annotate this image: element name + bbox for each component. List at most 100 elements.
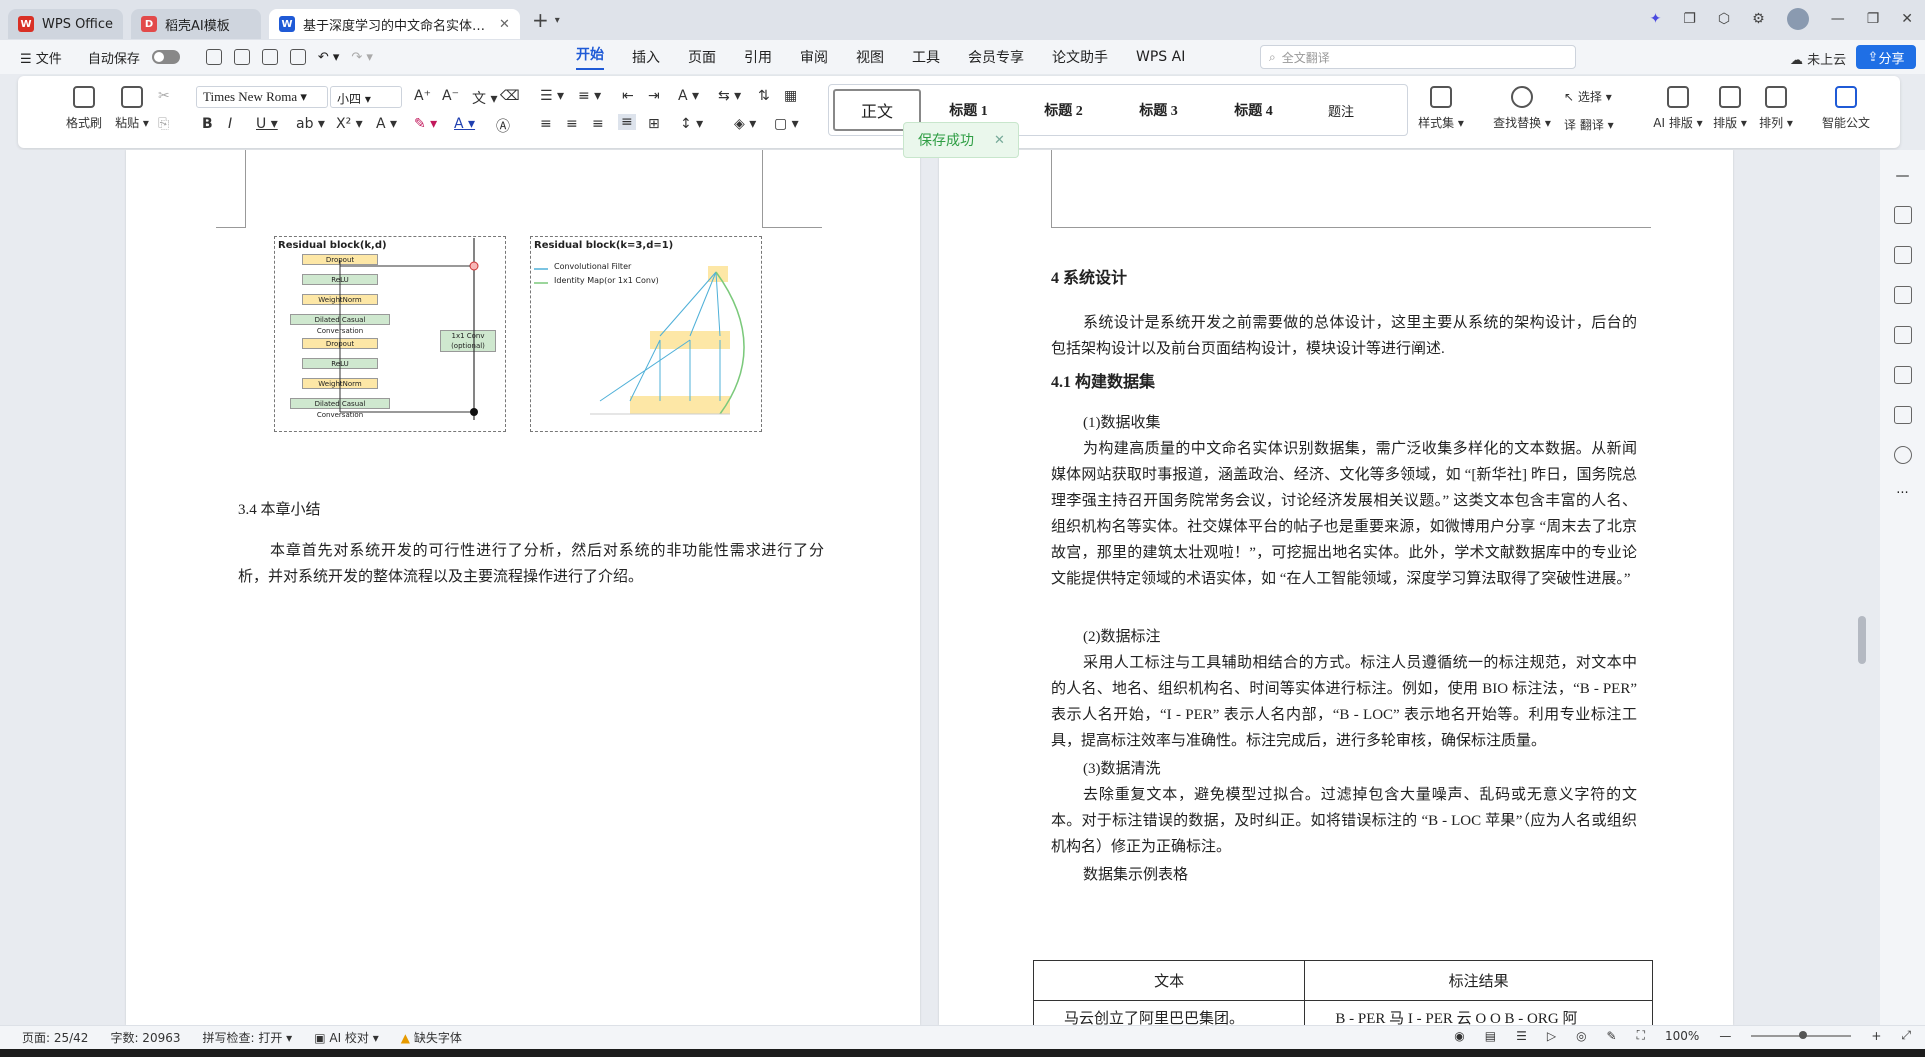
scrollbar-thumb[interactable] bbox=[1858, 616, 1866, 664]
fullscreen-icon[interactable]: ⤢ bbox=[1901, 1028, 1911, 1043]
line-spacing-icon[interactable]: ↕ ▾ bbox=[680, 116, 703, 132]
save-icon[interactable] bbox=[205, 49, 222, 65]
file-menu[interactable]: ☰ 文件 bbox=[20, 48, 62, 67]
zoom-in-icon[interactable]: + bbox=[1871, 1029, 1881, 1043]
eye-icon[interactable]: ◉ bbox=[1454, 1029, 1464, 1043]
bold-icon[interactable]: B bbox=[202, 116, 213, 132]
tab-document[interactable]: W 基于深度学习的中文命名实体… ✕ bbox=[269, 9, 520, 39]
style-set-button[interactable]: 样式集 ▾ bbox=[1416, 86, 1466, 131]
menu-insert[interactable]: 插入 bbox=[632, 47, 660, 67]
style-heading-3[interactable]: 标题 3 bbox=[1111, 89, 1206, 131]
style-heading-4[interactable]: 标题 4 bbox=[1206, 89, 1301, 131]
redo-icon[interactable]: ↷ ▾ bbox=[351, 50, 373, 65]
cut-icon[interactable]: ✂ bbox=[158, 88, 170, 104]
avatar[interactable] bbox=[1786, 8, 1809, 30]
star-icon[interactable] bbox=[1893, 326, 1912, 344]
table-cell[interactable]: 马云创立了阿里巴巴集团。 bbox=[1032, 1000, 1306, 1025]
menu-view[interactable]: 视图 bbox=[856, 47, 884, 67]
font-family-select[interactable]: Times New Roma ▾ bbox=[196, 86, 328, 108]
sort-icon[interactable]: ⇅ bbox=[758, 88, 770, 104]
paste-button[interactable]: 粘贴 ▾ bbox=[110, 86, 154, 131]
tab-docer-templates[interactable]: D 稻壳AI模板 bbox=[131, 9, 262, 39]
close-window-icon[interactable]: ✕ bbox=[1901, 11, 1913, 27]
cloud-status[interactable]: ☁ 未上云 bbox=[1790, 49, 1846, 68]
more-icon[interactable]: ··· bbox=[1896, 486, 1908, 501]
layout-icon[interactable]: ❐ bbox=[1683, 11, 1696, 27]
align-center-icon[interactable]: ≡ bbox=[566, 116, 578, 132]
autosave-toggle[interactable] bbox=[151, 50, 180, 64]
decrease-indent-icon[interactable]: ⇤ bbox=[622, 88, 634, 104]
image-icon[interactable] bbox=[1893, 366, 1912, 384]
menu-wps-ai[interactable]: WPS AI bbox=[1136, 49, 1185, 65]
arrange-button[interactable]: 排列 ▾ bbox=[1754, 86, 1798, 131]
table-tools-icon[interactable]: ▦ bbox=[784, 88, 797, 104]
cube-icon[interactable]: ⬡ bbox=[1718, 11, 1730, 27]
close-tab-icon[interactable]: ✕ bbox=[499, 17, 510, 32]
menu-review[interactable]: 审阅 bbox=[800, 47, 828, 67]
print-icon[interactable] bbox=[261, 49, 278, 65]
tab-list-icon[interactable]: ▾ bbox=[555, 15, 560, 26]
table-cell[interactable]: B - PER 马 I - PER 云 O O B - ORG 阿 bbox=[1304, 1000, 1653, 1025]
shirt-icon[interactable] bbox=[1893, 406, 1912, 424]
spell-check[interactable]: 拼写检查: 打开 ▾ bbox=[203, 1029, 293, 1046]
ai-layout-button[interactable]: AI 排版 ▾ bbox=[1650, 86, 1706, 131]
align-left-icon[interactable]: ≡ bbox=[540, 116, 552, 132]
menu-thesis[interactable]: 论文助手 bbox=[1052, 47, 1108, 67]
minimize-icon[interactable]: — bbox=[1831, 11, 1845, 27]
outline-view-icon[interactable]: ☰ bbox=[1516, 1029, 1527, 1043]
close-toast-icon[interactable]: ✕ bbox=[994, 133, 1005, 148]
menu-page[interactable]: 页面 bbox=[688, 47, 716, 67]
table-header-cell[interactable]: 标注结果 bbox=[1304, 960, 1653, 1001]
new-tab-icon[interactable]: + bbox=[532, 8, 549, 32]
ai-icon[interactable]: ✦ bbox=[1650, 11, 1662, 27]
settings-icon[interactable]: ⚙ bbox=[1752, 11, 1765, 27]
zoom-slider[interactable] bbox=[1751, 1030, 1852, 1039]
fit-icon[interactable]: ⛶ bbox=[1637, 1028, 1645, 1043]
web-view-icon[interactable]: ◎ bbox=[1576, 1029, 1586, 1043]
restore-icon[interactable]: ❐ bbox=[1867, 11, 1880, 27]
layout-button[interactable]: 排版 ▾ bbox=[1708, 86, 1752, 131]
borders-icon[interactable]: ▢ ▾ bbox=[774, 116, 799, 132]
ai-check[interactable]: ▣ AI 校对 ▾ bbox=[314, 1029, 379, 1046]
play-icon[interactable]: ▷ bbox=[1547, 1029, 1556, 1043]
italic-icon[interactable]: I bbox=[228, 116, 232, 132]
style-heading-2[interactable]: 标题 2 bbox=[1016, 89, 1111, 131]
superscript-icon[interactable]: X² ▾ bbox=[336, 116, 363, 132]
edit-view-icon[interactable]: ✎ bbox=[1607, 1029, 1617, 1043]
translate-button[interactable]: 译 翻译 ▾ bbox=[1564, 116, 1614, 133]
increase-indent-icon[interactable]: ⇥ bbox=[648, 88, 660, 104]
word-count[interactable]: 字数: 20963 bbox=[110, 1029, 180, 1046]
help-icon[interactable] bbox=[1893, 446, 1912, 464]
adjust-icon[interactable] bbox=[1893, 286, 1912, 304]
clear-format-icon[interactable]: ⌫ bbox=[500, 88, 520, 104]
pinyin-icon[interactable]: 文 ▾ bbox=[472, 88, 497, 108]
underline-icon[interactable]: U ▾ bbox=[256, 116, 278, 132]
page-view-icon[interactable]: ▤ bbox=[1485, 1029, 1496, 1043]
zoom-level[interactable]: 100% bbox=[1665, 1029, 1699, 1043]
menu-references[interactable]: 引用 bbox=[744, 47, 772, 67]
missing-font[interactable]: ▲ 缺失字体 bbox=[401, 1029, 462, 1046]
highlight-icon[interactable]: ✎ ▾ bbox=[414, 116, 437, 132]
text-direction-icon[interactable]: ⇆ ▾ bbox=[718, 88, 741, 104]
style-caption[interactable]: 题注 bbox=[1301, 89, 1381, 131]
strikethrough-icon[interactable]: ab ▾ bbox=[296, 116, 325, 132]
shrink-font-icon[interactable]: A⁻ bbox=[442, 88, 459, 104]
distributed-icon[interactable]: ⊞ bbox=[648, 116, 660, 132]
share-button[interactable]: ⇪ 分享 bbox=[1856, 45, 1916, 69]
menu-member[interactable]: 会员专享 bbox=[968, 47, 1024, 67]
select-button[interactable]: ↖ 选择 ▾ bbox=[1564, 88, 1612, 105]
pen-icon[interactable] bbox=[1893, 206, 1912, 224]
tab-wps-office[interactable]: W WPS Office bbox=[8, 9, 124, 39]
font-size-select[interactable]: 小四 ▾ bbox=[330, 86, 402, 108]
bullets-icon[interactable]: ☰ ▾ bbox=[540, 88, 564, 104]
text-effect-icon[interactable]: A ▾ bbox=[376, 116, 397, 132]
numbering-icon[interactable]: ≡ ▾ bbox=[578, 88, 601, 104]
copy-icon[interactable]: ⎘ bbox=[158, 116, 169, 132]
menu-home[interactable]: 开始 bbox=[576, 44, 604, 70]
undo-icon[interactable]: ↶ ▾ bbox=[318, 50, 340, 65]
smart-doc-button[interactable]: 智能公文 bbox=[1816, 86, 1876, 131]
page-count[interactable]: 页面: 25/42 bbox=[22, 1029, 88, 1046]
table-header-cell[interactable]: 文本 bbox=[1032, 960, 1306, 1001]
grow-font-icon[interactable]: A⁺ bbox=[414, 88, 431, 104]
justify-icon[interactable]: ≡ bbox=[618, 114, 636, 130]
